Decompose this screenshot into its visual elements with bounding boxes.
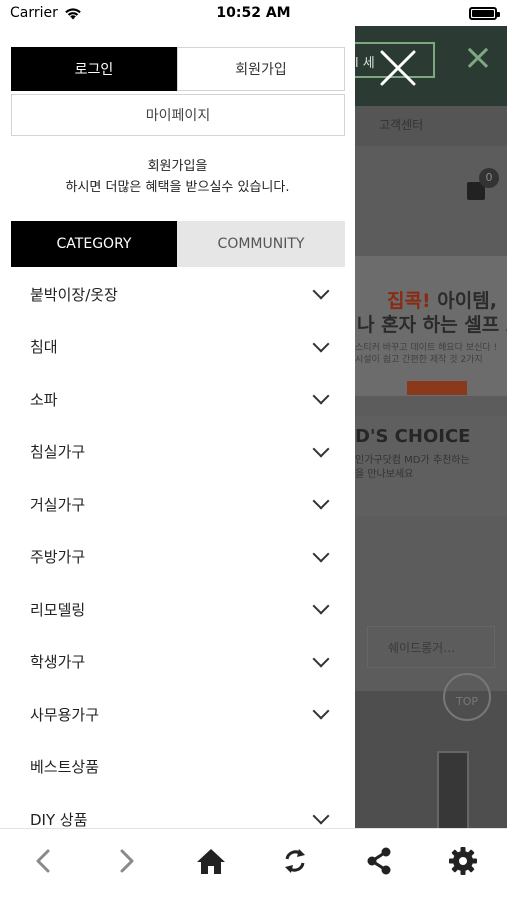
bg-top-button: TOP: [443, 673, 491, 721]
chevron-down-icon[interactable]: [312, 807, 330, 825]
menu-item-label: 학생가구: [30, 653, 86, 672]
chevron-down-icon[interactable]: [312, 282, 330, 300]
menu-item-label: 베스트상품: [30, 758, 100, 777]
chevron-down-icon[interactable]: [312, 387, 330, 405]
banner-title-1: 집콕! 아이템,: [387, 286, 497, 313]
refresh-icon: [285, 849, 305, 873]
bg-door-shape: [437, 751, 469, 828]
join-button[interactable]: 회원가입: [177, 47, 345, 91]
menu-item-label: 붙박이장/옷장: [30, 285, 118, 304]
banner-button: [407, 381, 467, 395]
md-sub-2: 을 만나보세요: [355, 469, 414, 480]
login-button[interactable]: 로그인: [11, 47, 177, 91]
banner-title-2: 나 혼자 하는 셀프 도: [357, 314, 507, 336]
menu-item-diy[interactable]: DIY 상품: [0, 793, 355, 828]
md-subtitle: 인가구닷컴 MD가 추천하는 을 만나보세요: [355, 454, 470, 482]
chevron-down-icon[interactable]: [312, 597, 330, 615]
banner-title-rest: 아이템,: [430, 290, 497, 312]
status-bar: Carrier 10:52 AM: [0, 0, 507, 26]
banner-small-1: 스티커 바꾸고 데이트 해요다 보신다 !: [355, 343, 498, 353]
settings-button[interactable]: [443, 843, 483, 879]
menu-item-label: 리모델링: [30, 600, 86, 619]
banner-highlight: 집콕!: [387, 290, 431, 312]
menu-item-label: 침대: [30, 338, 58, 357]
bg-product-card: 쉐이드롱거…: [367, 626, 495, 668]
banner-small-text: 스티커 바꾸고 데이트 해요다 보신다 ! 시설이 쉽고 간편한 제작 것 2가…: [355, 342, 497, 366]
menu-item-label: 침실가구: [30, 443, 86, 462]
chevron-down-icon[interactable]: [312, 492, 330, 510]
bg-close-icon: ×: [462, 37, 493, 78]
md-title: D'S CHOICE: [355, 426, 471, 447]
bg-md-section: D'S CHOICE 인가구닷컴 MD가 추천하는 을 만나보세요: [355, 416, 507, 516]
promo-line-2: 하시면 더많은 혜택을 받으실수 있습니다.: [65, 180, 290, 195]
menu-item-sofa[interactable]: 소파: [0, 373, 355, 426]
refresh-button[interactable]: [275, 843, 315, 879]
settings-icon: [449, 847, 477, 875]
chevron-down-icon[interactable]: [312, 702, 330, 720]
chevron-down-icon[interactable]: [312, 335, 330, 353]
background-page: l 세 × 고객센터 0 집콕! 아이템, 나 혼자 하는 셀프 도 스티커 바…: [355, 26, 507, 828]
promo-line-1: 회원가입을: [147, 159, 208, 174]
menu-item-label: 소파: [30, 390, 58, 409]
bg-banner: 집콕! 아이템, 나 혼자 하는 셀프 도 스티커 바꾸고 데이트 해요다 보신…: [355, 256, 507, 396]
bg-nav: 고객센터: [355, 106, 507, 146]
battery-icon: [469, 6, 500, 20]
share-button[interactable]: [359, 843, 399, 879]
banner-small-2: 시설이 쉽고 간편한 제작 것 2가지: [355, 355, 483, 365]
menu-item-student[interactable]: 학생가구: [0, 636, 355, 689]
menu-item-kitchen[interactable]: 주방가구: [0, 531, 355, 584]
menu-item-label: 사무용가구: [30, 705, 100, 724]
menu-item-bed[interactable]: 침대: [0, 321, 355, 374]
auth-buttons: 로그인 회원가입: [11, 47, 345, 91]
menu-item-best[interactable]: 베스트상품: [0, 741, 355, 794]
tab-category[interactable]: CATEGORY: [11, 221, 177, 267]
mypage-button[interactable]: 마이페이지: [11, 94, 345, 136]
back-button[interactable]: [23, 843, 63, 879]
menu-item-remodeling[interactable]: 리모델링: [0, 583, 355, 636]
bottom-toolbar: [0, 828, 507, 900]
category-menu: 붙박이장/옷장 침대 소파 침실가구 거실가구 주방가구 리모델링 학생가구 사…: [0, 268, 355, 828]
promo-text: 회원가입을 하시면 더많은 혜택을 받으실수 있습니다.: [0, 156, 355, 198]
home-button[interactable]: [191, 843, 231, 879]
md-sub-1: 인가구닷컴 MD가 추천하는: [355, 455, 470, 466]
chevron-down-icon[interactable]: [312, 545, 330, 563]
chevron-down-icon[interactable]: [312, 650, 330, 668]
back-icon: [36, 849, 50, 873]
clock: 10:52 AM: [216, 5, 291, 21]
menu-item-label: 거실가구: [30, 495, 86, 514]
tab-community[interactable]: COMMUNITY: [177, 221, 345, 267]
side-drawer: 로그인 회원가입 마이페이지 회원가입을 하시면 더많은 혜택을 받으실수 있습…: [0, 26, 355, 828]
cart-count-badge: 0: [479, 168, 499, 188]
menu-item-label: 주방가구: [30, 548, 86, 567]
forward-icon: [120, 849, 134, 873]
close-icon[interactable]: [378, 48, 418, 88]
menu-item-label: DIY 상품: [30, 810, 88, 828]
menu-item-wardrobe[interactable]: 붙박이장/옷장: [0, 268, 355, 321]
menu-item-office[interactable]: 사무용가구: [0, 688, 355, 741]
menu-item-bedroom[interactable]: 침실가구: [0, 426, 355, 479]
forward-button[interactable]: [107, 843, 147, 879]
drawer-tabs: CATEGORY COMMUNITY: [11, 221, 345, 267]
share-icon: [367, 847, 391, 875]
menu-item-living[interactable]: 거실가구: [0, 478, 355, 531]
home-icon: [197, 849, 225, 874]
bg-cart-icon: 0: [467, 168, 499, 200]
chevron-down-icon[interactable]: [312, 440, 330, 458]
